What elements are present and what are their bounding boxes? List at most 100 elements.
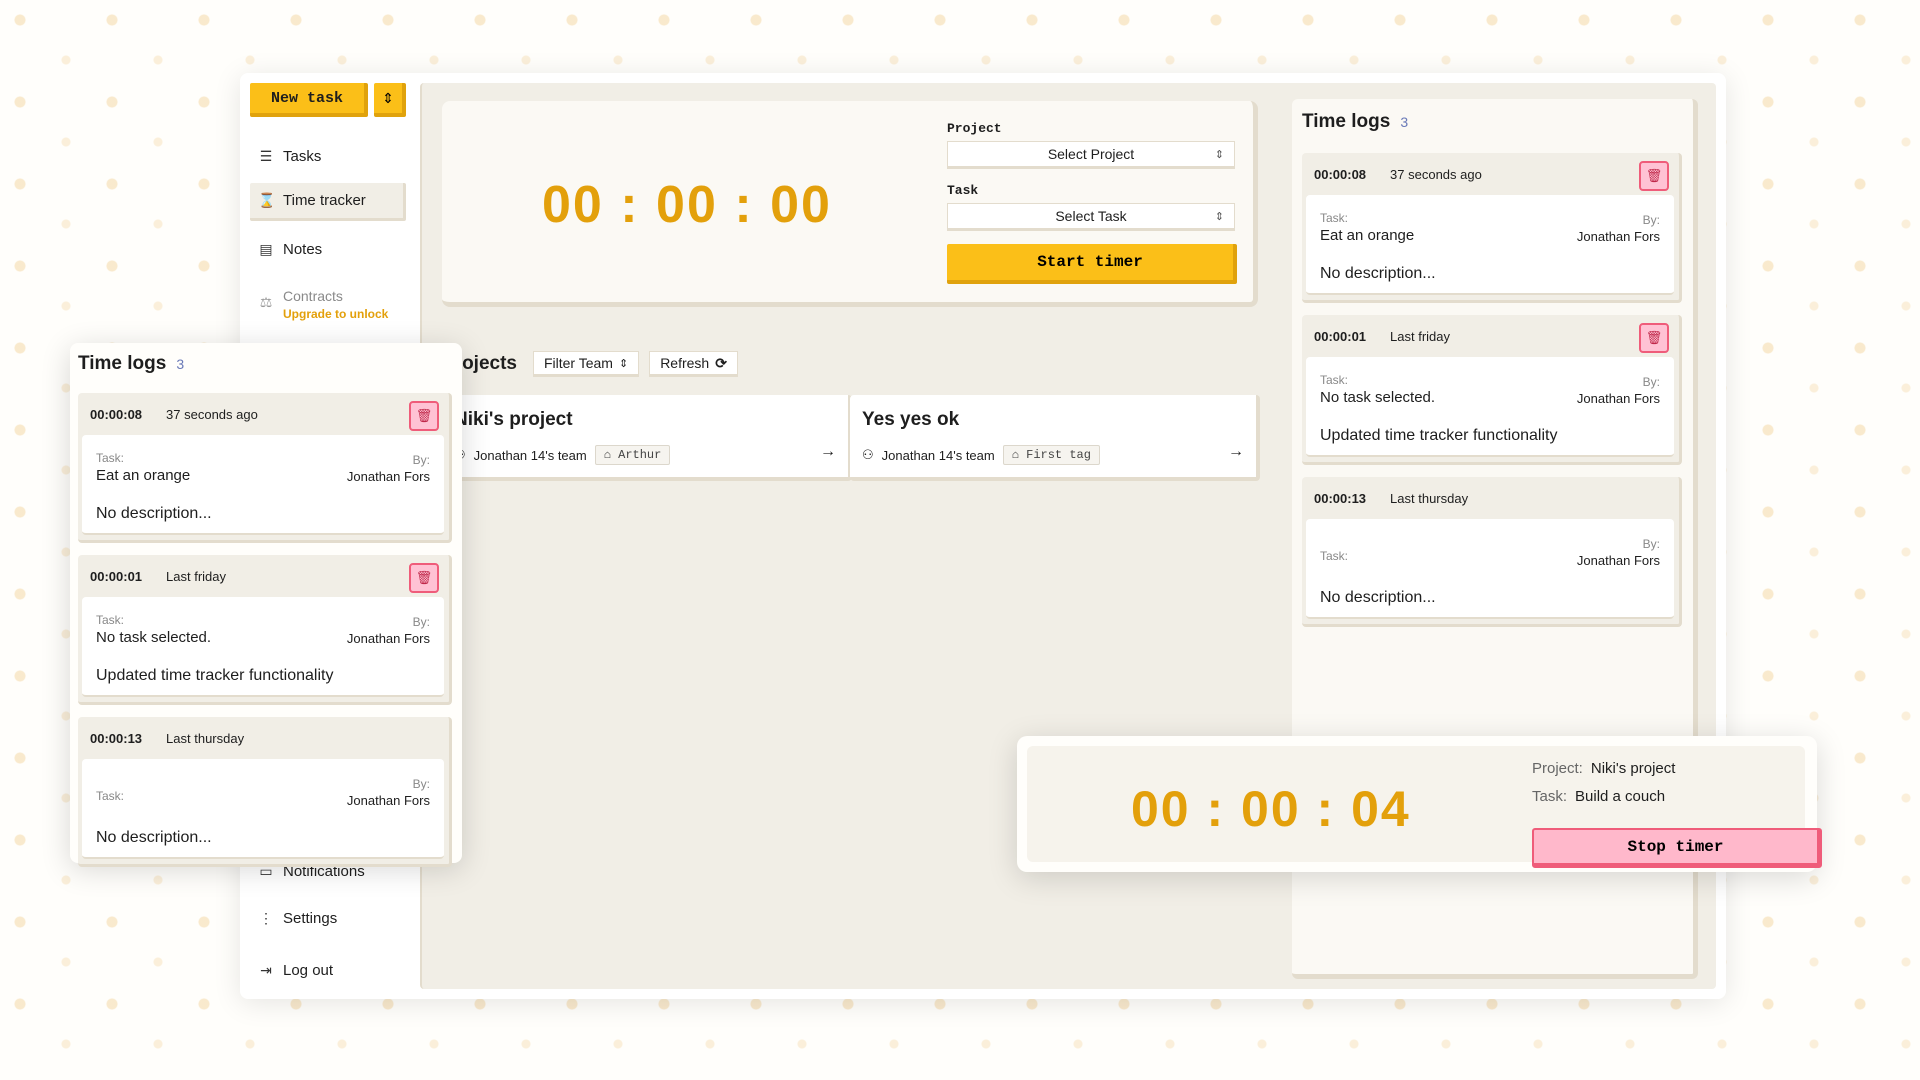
timer-card: 00 : 00 : 00 Project Select Project ⇕ Ta… (442, 101, 1258, 307)
log-by: Jonathan Fors (1576, 553, 1660, 568)
trash-icon: 🗑 (1645, 330, 1663, 345)
project-name: Niki's project (454, 409, 573, 430)
filter-team-button[interactable]: Filter Team ⇕ (532, 351, 640, 377)
sidebar-item-logout[interactable]: ⇥ Log out (250, 951, 406, 989)
notes-icon: ▤ (259, 240, 273, 257)
log-by-label: By: (412, 615, 430, 629)
log-by: Jonathan Fors (1576, 391, 1660, 406)
new-task-options-button[interactable]: ⇕ (374, 83, 406, 117)
sidebar-item-time-tracker[interactable]: ⌛ Time tracker (250, 183, 406, 221)
delete-log-button[interactable]: 🗑 (1639, 161, 1669, 191)
log-by-label: By: (1642, 213, 1660, 227)
time-log-entry: 00:00:13 Last thursday Task: By: Jonathan… (78, 717, 452, 867)
log-by: Jonathan Fors (1576, 229, 1660, 244)
project-card[interactable]: Yes yes ok ⚇ Jonathan 14's team ⌂ First … (850, 395, 1260, 481)
log-task-label: Task: (1320, 549, 1349, 563)
log-task-label: Task: (1320, 373, 1349, 387)
project-team: Jonathan 14's team (881, 447, 995, 463)
log-by-label: By: (1642, 375, 1660, 389)
upgrade-hint: Upgrade to unlock (283, 307, 389, 321)
arrow-right-icon[interactable]: → (820, 443, 836, 461)
task-field-label: Task (947, 183, 979, 198)
project-select[interactable]: Select Project ⇕ (947, 141, 1235, 169)
project-meta: ⚇ Jonathan 14's team ⌂ First tag (862, 445, 1100, 465)
log-task: Eat an orange (1320, 227, 1415, 244)
running-timer-inner: 00 : 00 : 04 Project: Niki's project Tas… (1027, 746, 1822, 868)
log-duration: 00:00:01 (90, 569, 143, 584)
start-timer-button[interactable]: Start timer (947, 244, 1237, 284)
log-by-label: By: (412, 777, 430, 791)
sidebar-item-label: Time tracker (283, 192, 366, 209)
refresh-icon: ⟳ (715, 354, 727, 371)
running-timer-widget: 00 : 00 : 04 Project: Niki's project Tas… (1017, 736, 1822, 872)
time-log-entry: 00:00:08 37 seconds ago 🗑 Task: Eat an or… (1302, 153, 1682, 303)
running-task-row: Task: Build a couch (1532, 788, 1665, 805)
running-project-label: Project: (1532, 760, 1583, 777)
refresh-button[interactable]: Refresh ⟳ (649, 351, 738, 377)
log-description: No description... (1320, 589, 1436, 606)
log-by: Jonathan Fors (346, 469, 430, 484)
team-icon: ⚇ (862, 447, 874, 462)
project-tag: ⌂ First tag (1002, 445, 1100, 465)
log-body: Task: Eat an orange By: Jonathan Fors No… (1306, 195, 1674, 295)
log-body: Task: Eat an orange By: Jonathan Fors No… (82, 435, 444, 535)
log-description: No description... (96, 829, 212, 846)
project-tag: ⌂ Arthur (594, 445, 671, 465)
filter-team-label: Filter Team (543, 355, 613, 371)
log-when: Last friday (1390, 329, 1451, 344)
time-logs-title: Time logs 3 (1302, 111, 1408, 133)
time-logs-count: 3 (176, 356, 185, 372)
log-task: Eat an orange (96, 467, 191, 484)
log-task-label: Task: (1320, 211, 1349, 225)
log-by: Jonathan Fors (346, 631, 430, 646)
time-logs-heading: Time logs (78, 353, 167, 374)
list-icon: ☰ (259, 147, 273, 164)
delete-log-button[interactable]: 🗑 (1639, 323, 1669, 353)
log-when: 37 seconds ago (1390, 167, 1482, 182)
time-logs-count: 3 (1400, 114, 1409, 130)
delete-log-button[interactable]: 🗑 (409, 401, 439, 431)
trash-icon: 🗑 (1645, 168, 1663, 183)
logout-icon: ⇥ (260, 961, 272, 978)
time-log-entry: 00:00:01 Last friday 🗑 Task: No task sele… (78, 555, 452, 705)
dots-icon: ⋮ (259, 909, 273, 926)
new-task-button[interactable]: New task (250, 83, 368, 117)
sidebar-item-contracts[interactable]: ⚖ Contracts Upgrade to unlock (250, 286, 406, 334)
sidebar-item-settings[interactable]: ⋮ Settings (250, 899, 406, 937)
task-select[interactable]: Select Task ⇕ (947, 203, 1235, 231)
log-body: Task: No task selected. By: Jonathan For… (1306, 357, 1674, 457)
log-task: No task selected. (96, 629, 212, 646)
trash-icon: 🗑 (415, 408, 433, 423)
project-card[interactable]: Niki's project ⚇ Jonathan 14's team ⌂ Ar… (442, 395, 852, 481)
stop-timer-button[interactable]: Stop timer (1532, 828, 1822, 868)
log-duration: 00:00:08 (90, 407, 143, 422)
arrow-right-icon[interactable]: → (1228, 443, 1244, 461)
log-duration: 00:00:13 (1314, 491, 1367, 506)
log-task: No task selected. (1320, 389, 1436, 406)
project-name: Yes yes ok (862, 409, 960, 430)
timer-display: 00 : 00 : 00 (542, 176, 832, 234)
chevron-up-down-icon: ⇕ (382, 89, 394, 106)
log-task-label: Task: (96, 613, 125, 627)
log-when: Last thursday (1390, 491, 1469, 506)
running-task-value: Build a couch (1575, 788, 1666, 805)
log-task-label: Task: (96, 789, 125, 803)
log-by-label: By: (412, 453, 430, 467)
time-log-entry: 00:00:01 Last friday 🗑 Task: No task sele… (1302, 315, 1682, 465)
trash-icon: 🗑 (415, 570, 433, 585)
new-task-group: New task ⇕ (250, 83, 406, 117)
log-duration: 00:00:13 (90, 731, 143, 746)
refresh-label: Refresh (660, 355, 710, 371)
delete-log-button[interactable]: 🗑 (409, 563, 439, 593)
sidebar-item-label: Tasks (283, 147, 322, 165)
sidebar-item-tasks[interactable]: ☰ Tasks (250, 137, 406, 175)
log-when: Last thursday (166, 731, 245, 746)
running-project-value: Niki's project (1590, 760, 1676, 777)
tag-icon: ⌂ (1011, 448, 1019, 462)
sidebar-item-label: Settings (283, 909, 338, 927)
chevron-up-down-icon: ⇕ (618, 357, 629, 370)
hourglass-icon: ⌛ (258, 192, 276, 208)
sidebar-item-label: Notes (283, 240, 323, 258)
scale-icon: ⚖ (259, 294, 273, 310)
sidebar-item-notes[interactable]: ▤ Notes (250, 230, 406, 268)
